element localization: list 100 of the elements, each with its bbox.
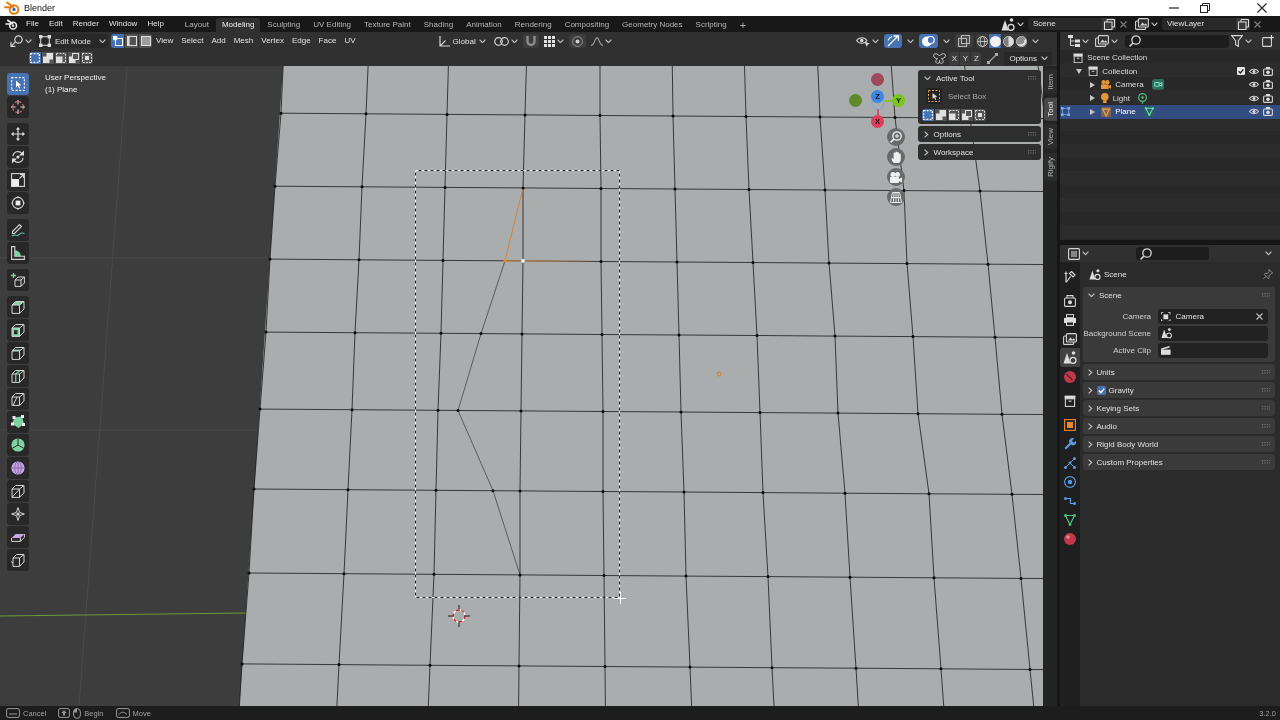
tool-button[interactable] bbox=[7, 73, 29, 95]
editor-type-dropdown[interactable] bbox=[1066, 246, 1091, 261]
tool-button[interactable] bbox=[7, 434, 29, 456]
sidebar-tab[interactable]: View bbox=[1044, 124, 1057, 150]
workspace-tab[interactable]: Scripting bbox=[689, 18, 733, 32]
triangle-right-icon[interactable] bbox=[1090, 81, 1095, 88]
select-mode-button[interactable] bbox=[139, 34, 152, 48]
menu-item[interactable]: Window bbox=[103, 17, 143, 31]
browse-dropdown[interactable] bbox=[999, 17, 1026, 31]
workspace-tab[interactable]: Texture Paint bbox=[358, 18, 417, 32]
tool-button[interactable] bbox=[7, 457, 29, 479]
view-layer-field[interactable]: ViewLayer bbox=[1162, 18, 1236, 30]
grip-icon[interactable] bbox=[1027, 150, 1036, 154]
chevron-right-icon[interactable] bbox=[924, 130, 929, 138]
grip-icon[interactable] bbox=[1261, 370, 1270, 374]
chevron-right-icon[interactable] bbox=[1088, 458, 1093, 466]
grip-icon[interactable] bbox=[1261, 293, 1270, 297]
chevron-right-icon[interactable] bbox=[1088, 422, 1093, 430]
triangle-tile-icon[interactable] bbox=[1143, 106, 1155, 118]
menu-item[interactable]: View bbox=[152, 34, 178, 48]
triangle-right-icon[interactable] bbox=[1090, 108, 1095, 115]
xray-toggle[interactable] bbox=[955, 34, 973, 48]
chevron-down-icon[interactable] bbox=[924, 75, 931, 81]
chevron-right-icon[interactable] bbox=[924, 148, 929, 156]
tool-button[interactable] bbox=[7, 219, 29, 241]
grip-icon[interactable] bbox=[1261, 442, 1270, 446]
menu-item[interactable]: Mesh bbox=[229, 34, 258, 48]
orientation-dropdown[interactable]: Global bbox=[435, 34, 489, 48]
grip-icon[interactable] bbox=[1027, 132, 1036, 136]
shading-button[interactable] bbox=[976, 34, 988, 48]
tool-button[interactable] bbox=[7, 388, 29, 410]
menu-item[interactable]: Edge bbox=[287, 34, 315, 48]
workspace-tab[interactable]: Layout bbox=[178, 18, 215, 32]
tool-button[interactable] bbox=[7, 503, 29, 525]
input-field[interactable] bbox=[1158, 326, 1268, 341]
duplicate-button[interactable] bbox=[1236, 18, 1250, 30]
menu-item[interactable]: File bbox=[21, 17, 44, 31]
visibility-dropdown[interactable] bbox=[854, 34, 881, 48]
menu-item[interactable]: UV bbox=[340, 34, 360, 48]
chevron-right-icon[interactable] bbox=[1088, 404, 1093, 412]
tool-button[interactable] bbox=[7, 342, 29, 364]
duplicate-button[interactable] bbox=[1102, 18, 1116, 30]
workspace-tab[interactable]: UV Editing bbox=[307, 18, 358, 32]
browse-dropdown[interactable] bbox=[1133, 17, 1160, 31]
select-operation-button[interactable] bbox=[935, 109, 947, 121]
eye-icon[interactable] bbox=[1249, 81, 1259, 89]
tool-button[interactable] bbox=[7, 169, 29, 191]
checkbox[interactable] bbox=[1237, 67, 1245, 76]
select-operation-button[interactable] bbox=[974, 109, 986, 121]
butterfly-icon[interactable] bbox=[933, 52, 947, 64]
grip-icon[interactable] bbox=[1261, 460, 1270, 464]
snap-dropdown[interactable] bbox=[541, 34, 566, 48]
tool-button[interactable] bbox=[7, 365, 29, 387]
tool-button[interactable] bbox=[7, 549, 29, 571]
tool-button[interactable] bbox=[7, 146, 29, 168]
select-mode-button[interactable] bbox=[111, 34, 124, 48]
eye-icon[interactable] bbox=[1249, 94, 1259, 102]
snap-toggle[interactable] bbox=[522, 34, 539, 48]
shading-button[interactable] bbox=[1002, 34, 1014, 48]
camera-icon[interactable] bbox=[1263, 93, 1273, 103]
axis-toggle[interactable]: Z bbox=[971, 51, 982, 65]
select-box-icon[interactable] bbox=[926, 88, 942, 104]
triangle-right-icon[interactable] bbox=[1090, 95, 1095, 102]
overlay-toggle[interactable] bbox=[919, 34, 938, 48]
camera-icon[interactable] bbox=[1263, 66, 1273, 76]
tool-button[interactable] bbox=[7, 319, 29, 341]
gizmo-toggle[interactable] bbox=[884, 34, 902, 48]
select-operation-button[interactable] bbox=[68, 52, 80, 64]
mode-dropdown[interactable]: Edit Mode bbox=[36, 34, 108, 48]
input-field[interactable] bbox=[1158, 343, 1268, 358]
chevron-down-icon[interactable] bbox=[1088, 292, 1095, 298]
camera-tile-icon[interactable] bbox=[1151, 79, 1165, 91]
workspace-tab[interactable]: Compositing bbox=[558, 18, 616, 32]
triangle-down-icon[interactable] bbox=[1076, 68, 1082, 74]
sidebar-tab[interactable]: Item bbox=[1044, 70, 1057, 94]
editor-type-dropdown[interactable] bbox=[1066, 34, 1091, 48]
eye-icon[interactable] bbox=[1249, 67, 1259, 75]
select-mode-button[interactable] bbox=[125, 34, 138, 48]
editor-type-dropdown[interactable] bbox=[8, 34, 34, 48]
pin-icon[interactable] bbox=[1262, 269, 1273, 280]
grip-icon[interactable] bbox=[1261, 424, 1270, 428]
camera-icon[interactable] bbox=[1263, 107, 1273, 117]
proportional-toggle[interactable] bbox=[568, 34, 586, 48]
pin-ring-icon[interactable] bbox=[1138, 92, 1147, 104]
chevron-right-icon[interactable] bbox=[1088, 440, 1093, 448]
workspace-tab[interactable]: Animation bbox=[460, 18, 508, 32]
workspace-tab[interactable]: Modeling bbox=[215, 18, 261, 32]
axis-toggle[interactable]: Y bbox=[960, 51, 971, 65]
tool-button[interactable] bbox=[7, 526, 29, 548]
box-plus-icon[interactable] bbox=[1262, 35, 1274, 47]
select-operation-button[interactable] bbox=[948, 109, 960, 121]
menu-item[interactable]: Select bbox=[177, 34, 208, 48]
checkbox[interactable] bbox=[1096, 385, 1106, 395]
restore-icon[interactable] bbox=[1200, 3, 1210, 13]
pivot-dropdown[interactable] bbox=[491, 34, 520, 48]
menu-item[interactable]: Render bbox=[67, 17, 104, 31]
input-field[interactable]: Camera bbox=[1158, 309, 1268, 324]
camera-icon[interactable] bbox=[1263, 80, 1273, 90]
logo-icon[interactable] bbox=[5, 18, 18, 30]
search-field[interactable] bbox=[1136, 247, 1209, 260]
